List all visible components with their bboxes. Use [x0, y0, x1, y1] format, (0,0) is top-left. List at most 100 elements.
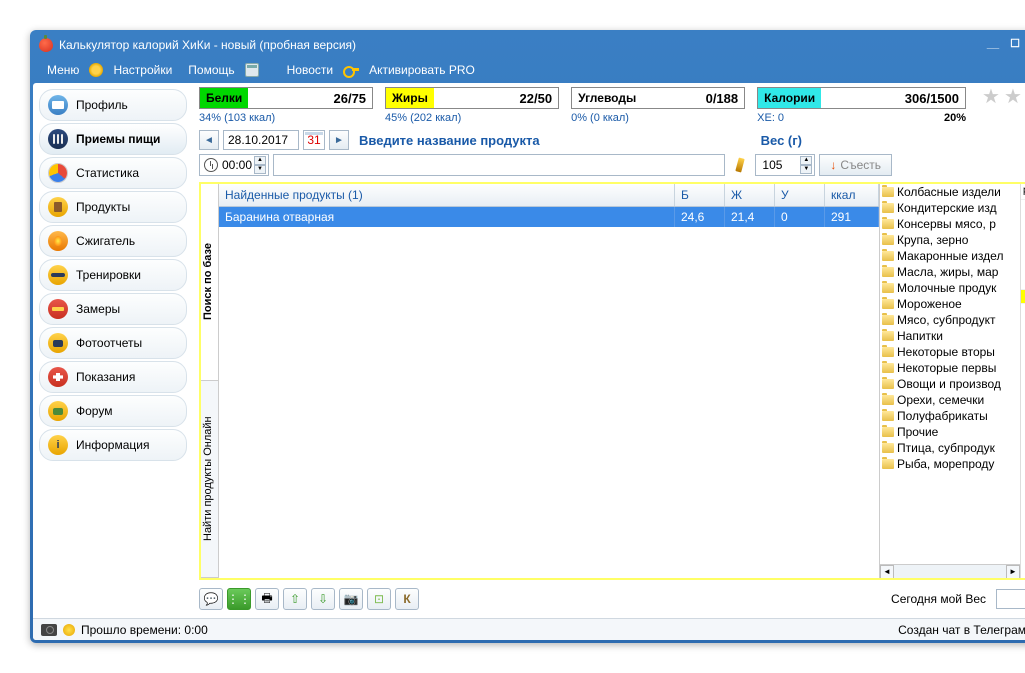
date-input[interactable]: [223, 130, 299, 150]
k-button[interactable]: К: [395, 588, 419, 610]
telegram-label[interactable]: Создан чат в Телеграм: [898, 623, 1025, 637]
weight-up-button[interactable]: ▲: [800, 156, 812, 165]
tab-search-online[interactable]: Найти продукты Онлайн: [201, 381, 218, 578]
search-results-panel: Поиск по базе Найти продукты Онлайн Найд…: [199, 182, 1025, 580]
horizontal-scrollbar[interactable]: ◄ ►: [880, 564, 1020, 578]
android-button[interactable]: ⊡: [367, 588, 391, 610]
sidebar-label: Показания: [76, 370, 135, 384]
category-item[interactable]: Молочные продук: [880, 280, 1020, 296]
category-item[interactable]: Мороженое: [880, 296, 1020, 312]
category-list: Колбасные изделиКондитерские издКонсервы…: [880, 184, 1020, 564]
col-protein[interactable]: Б: [675, 184, 725, 206]
sidebar-item-meals[interactable]: Приемы пищи: [39, 123, 187, 155]
category-item[interactable]: Рыба, морепроду: [880, 456, 1020, 472]
category-item[interactable]: Консервы мясо, р: [880, 216, 1020, 232]
sidebar-item-measurements[interactable]: Замеры: [39, 293, 187, 325]
folder-icon: [882, 283, 894, 293]
weight-down-button[interactable]: ▼: [800, 165, 812, 174]
dumbbell-icon: [48, 265, 68, 285]
vertical-tabs: Поиск по базе Найти продукты Онлайн: [201, 184, 219, 578]
scroll-left-button[interactable]: ◄: [880, 565, 894, 579]
clear-button[interactable]: [729, 154, 751, 176]
sidebar-item-profile[interactable]: Профиль: [39, 89, 187, 121]
category-item[interactable]: Прочие: [880, 424, 1020, 440]
chat-button[interactable]: 💬: [199, 588, 223, 610]
sidebar-item-info[interactable]: iИнформация: [39, 429, 187, 461]
folder-icon: [882, 459, 894, 469]
sidebar-item-products[interactable]: Продукты: [39, 191, 187, 223]
grid-header: Найденные продукты (1) Б Ж У ккал: [219, 184, 879, 207]
tab-search-base[interactable]: Поиск по базе: [201, 184, 218, 381]
star-icon[interactable]: ★: [982, 87, 1002, 107]
col-name[interactable]: Найденные продукты (1): [219, 184, 675, 206]
col-kcal[interactable]: ккал: [825, 184, 879, 206]
col-carb[interactable]: У: [775, 184, 825, 206]
folder-icon: [882, 411, 894, 421]
folder-icon: [882, 395, 894, 405]
minimize-button[interactable]: __: [984, 38, 1002, 52]
category-item[interactable]: Макаронные издел: [880, 248, 1020, 264]
category-item[interactable]: Крупа, зерно: [880, 232, 1020, 248]
date-next-button[interactable]: ►: [329, 130, 349, 150]
menu-activate[interactable]: Активировать PRO: [363, 61, 481, 79]
folder-icon: [882, 267, 894, 277]
sidebar-item-forum[interactable]: Форум: [39, 395, 187, 427]
sidebar-item-readings[interactable]: Показания: [39, 361, 187, 393]
sidebar-item-stats[interactable]: Статистика: [39, 157, 187, 189]
sidebar-item-burner[interactable]: Сжигатель: [39, 225, 187, 257]
weight-input[interactable]: 105 ▲▼: [755, 154, 815, 176]
col-fat[interactable]: Ж: [725, 184, 775, 206]
menu-main[interactable]: Меню: [41, 61, 85, 79]
category-item[interactable]: Масла, жиры, мар: [880, 264, 1020, 280]
cal-value: 306/1500: [821, 88, 965, 108]
eat-button[interactable]: ↓Съесть: [819, 154, 892, 176]
folder-icon: [882, 379, 894, 389]
camera-status-icon[interactable]: [41, 624, 57, 636]
folder-icon: [882, 443, 894, 453]
calculator-icon[interactable]: [245, 63, 259, 77]
calendar-button[interactable]: 31: [303, 130, 325, 150]
star-icon[interactable]: ★: [1004, 87, 1024, 107]
category-item[interactable]: Напитки: [880, 328, 1020, 344]
folder-icon: [882, 427, 894, 437]
category-item[interactable]: Орехи, семечки: [880, 392, 1020, 408]
maximize-button[interactable]: ☐: [1006, 38, 1024, 52]
today-weight-input[interactable]: [996, 589, 1025, 609]
menu-settings[interactable]: Настройки: [107, 61, 178, 79]
cal-box: Калории306/1500: [757, 87, 966, 109]
client-area: Профиль Приемы пищи Статистика Продукты …: [33, 83, 1025, 640]
category-item[interactable]: Птица, субпродук: [880, 440, 1020, 456]
meals-icon: [48, 129, 68, 149]
time-down-button[interactable]: ▼: [254, 165, 266, 174]
elapsed-label: Прошло времени: 0:00: [81, 623, 208, 637]
sidebar-label: Статистика: [76, 166, 139, 180]
folder-icon: [882, 331, 894, 341]
date-prev-button[interactable]: ◄: [199, 130, 219, 150]
category-item[interactable]: Кондитерские изд: [880, 200, 1020, 216]
category-item[interactable]: Овощи и производ: [880, 376, 1020, 392]
sidebar-item-training[interactable]: Тренировки: [39, 259, 187, 291]
clock-icon: [204, 158, 218, 172]
time-input[interactable]: 00:00 ▲▼: [199, 154, 269, 176]
category-item[interactable]: Полуфабрикаты: [880, 408, 1020, 424]
category-item[interactable]: Мясо, субпродукт: [880, 312, 1020, 328]
category-item[interactable]: Некоторые вторы: [880, 344, 1020, 360]
import-button[interactable]: ⇩: [311, 588, 335, 610]
print-button[interactable]: 🖶: [255, 588, 279, 610]
share-button[interactable]: ⋮⋮: [227, 588, 251, 610]
sidebar-label: Приемы пищи: [76, 132, 160, 146]
menu-news[interactable]: Новости: [281, 61, 339, 79]
category-item[interactable]: Колбасные издели: [880, 184, 1020, 200]
time-up-button[interactable]: ▲: [254, 156, 266, 165]
scroll-right-button[interactable]: ►: [1006, 565, 1020, 579]
carb-value: 0/188: [642, 88, 744, 108]
menu-help[interactable]: Помощь: [182, 61, 240, 79]
product-input[interactable]: [273, 154, 725, 176]
sidebar-item-photos[interactable]: Фотоотчеты: [39, 327, 187, 359]
photo-button[interactable]: 📷: [339, 588, 363, 610]
table-row[interactable]: Баранина отварная 24,6 21,4 0 291: [219, 207, 879, 227]
category-item[interactable]: Некоторые первы: [880, 360, 1020, 376]
export-button[interactable]: ⇧: [283, 588, 307, 610]
protein-value: 26/75: [248, 88, 372, 108]
sidebar-label: Форум: [76, 404, 112, 418]
